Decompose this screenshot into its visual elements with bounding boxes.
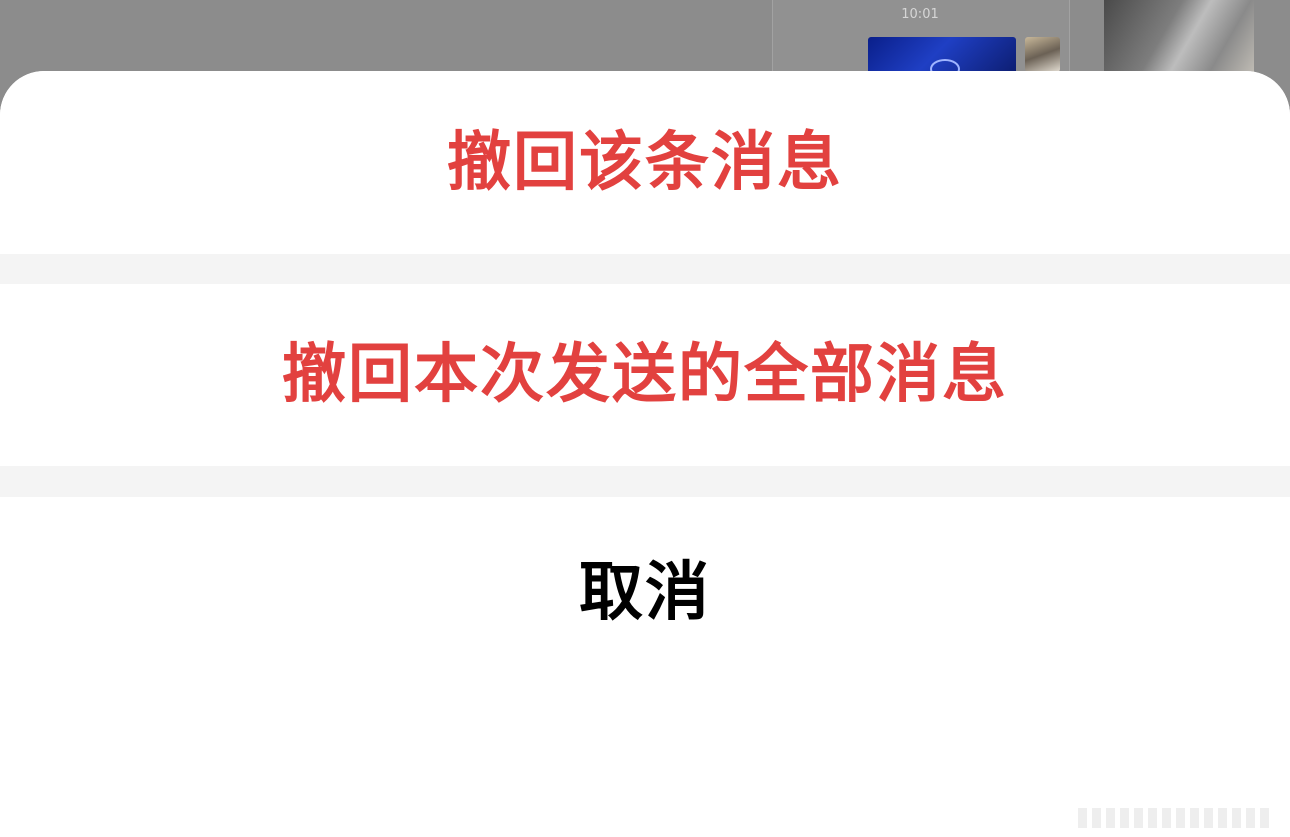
option-separator xyxy=(0,254,1290,284)
recall-all-sent-messages-label: 撤回本次发送的全部消息 xyxy=(282,338,1008,412)
screen: 10:01 撤回该条消息 撤回本次发送的全部消息 取消 xyxy=(0,0,1290,837)
recall-this-message-button[interactable]: 撤回该条消息 xyxy=(0,71,1290,254)
home-indicator xyxy=(1078,808,1274,828)
cancel-label: 取消 xyxy=(579,556,711,630)
photo-thumbnail xyxy=(1104,0,1254,80)
recall-all-sent-messages-button[interactable]: 撤回本次发送的全部消息 xyxy=(0,284,1290,466)
chat-timestamp: 10:01 xyxy=(901,7,939,22)
cancel-separator xyxy=(0,466,1290,497)
cancel-button[interactable]: 取消 xyxy=(0,497,1290,729)
recall-this-message-label: 撤回该条消息 xyxy=(447,125,843,200)
recall-action-sheet: 撤回该条消息 撤回本次发送的全部消息 取消 xyxy=(0,71,1290,837)
sender-avatar xyxy=(1025,37,1060,72)
